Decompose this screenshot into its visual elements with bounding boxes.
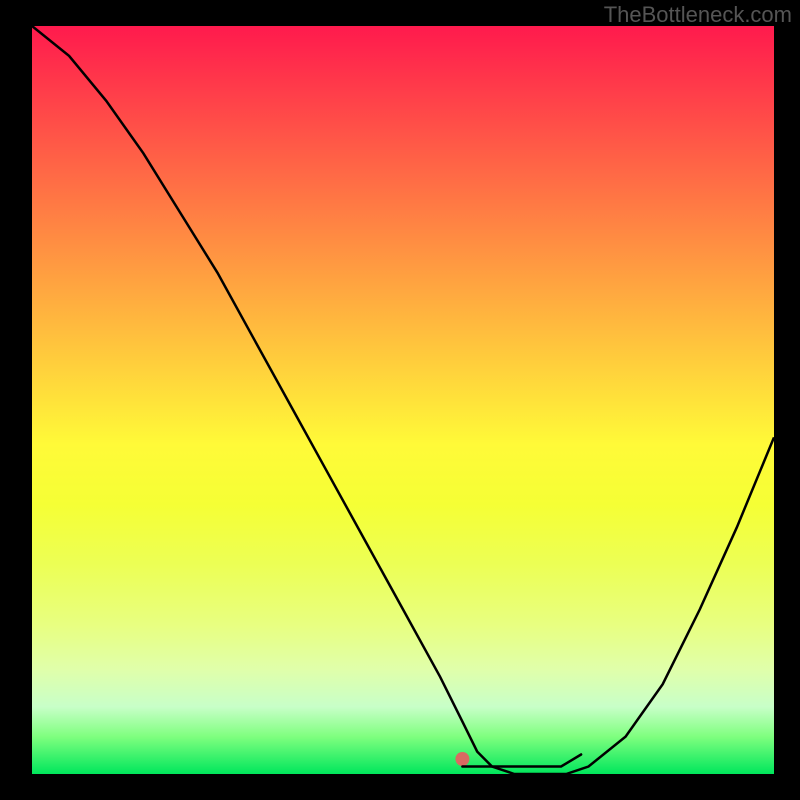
watermark-text: TheBottleneck.com xyxy=(604,2,792,28)
bottleneck-curve-svg xyxy=(32,26,774,774)
optimal-start-dot xyxy=(455,752,469,766)
bottleneck-curve-path xyxy=(32,26,774,774)
chart-plot-area xyxy=(32,26,774,774)
